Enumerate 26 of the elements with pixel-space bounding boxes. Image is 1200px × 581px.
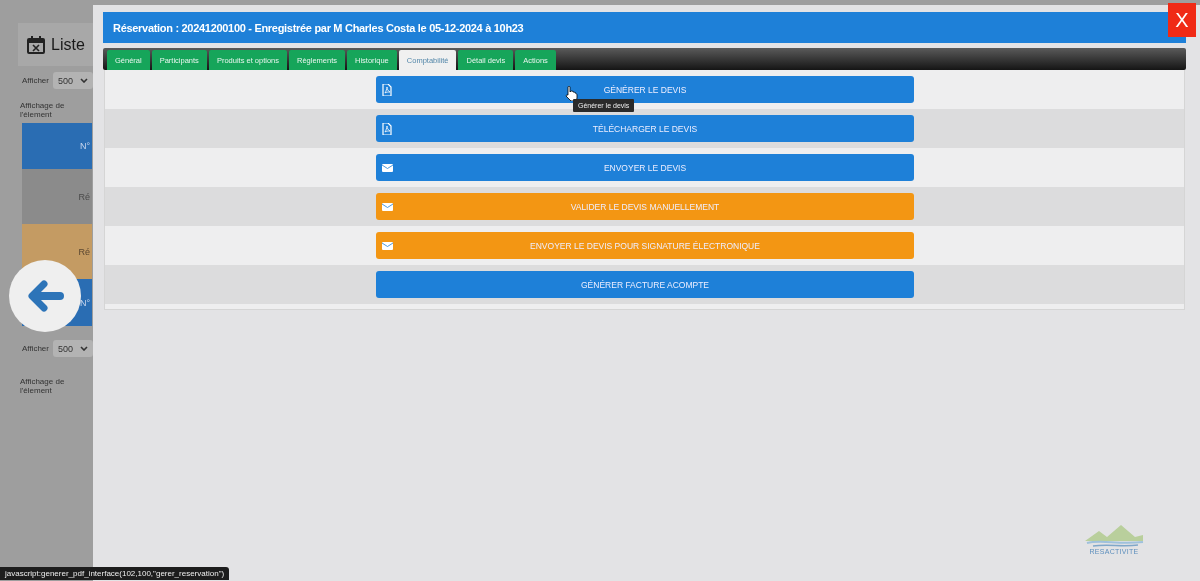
action-button[interactable]: TÉLÉCHARGER LE DEVIS — [376, 115, 914, 142]
action-button[interactable]: GÉNÉRER LE DEVIS — [376, 76, 914, 103]
action-button[interactable]: VALIDER LE DEVIS MANUELLEMENT — [376, 193, 914, 220]
cursor-hand-icon — [565, 86, 578, 101]
show-label: Afficher — [22, 76, 49, 85]
arrow-left-icon — [26, 278, 64, 314]
page-title: Liste — [51, 35, 85, 54]
envelope-icon — [381, 202, 393, 211]
action-button[interactable]: ENVOYER LE DEVIS POUR SIGNATURE ÉLECTRONIQUE — [376, 232, 914, 259]
chevron-down-icon — [80, 346, 88, 351]
table-cell: N° — [22, 123, 92, 169]
envelope-icon — [381, 241, 393, 250]
status-bar-url: javascript:generer_pdf_interface(102,100,"gerer_reservation") — [0, 567, 230, 580]
action-button[interactable]: ENVOYER LE DEVIS — [376, 154, 914, 181]
calendar-icon — [26, 35, 46, 54]
action-button[interactable]: GÉNÉRER FACTURE ACOMPTE — [376, 271, 914, 298]
document-icon — [382, 83, 392, 96]
entries-info: Affichage de l'élement — [20, 377, 66, 395]
close-button[interactable]: X — [1168, 3, 1196, 37]
chevron-down-icon — [80, 78, 88, 83]
page-size-select[interactable]: 500 — [53, 72, 93, 89]
page-size-select[interactable]: 500 — [53, 340, 93, 357]
envelope-icon — [381, 163, 393, 172]
document-icon — [382, 122, 392, 135]
show-label: Afficher — [22, 344, 49, 353]
entries-info: Affichage de l'élement — [20, 101, 66, 119]
